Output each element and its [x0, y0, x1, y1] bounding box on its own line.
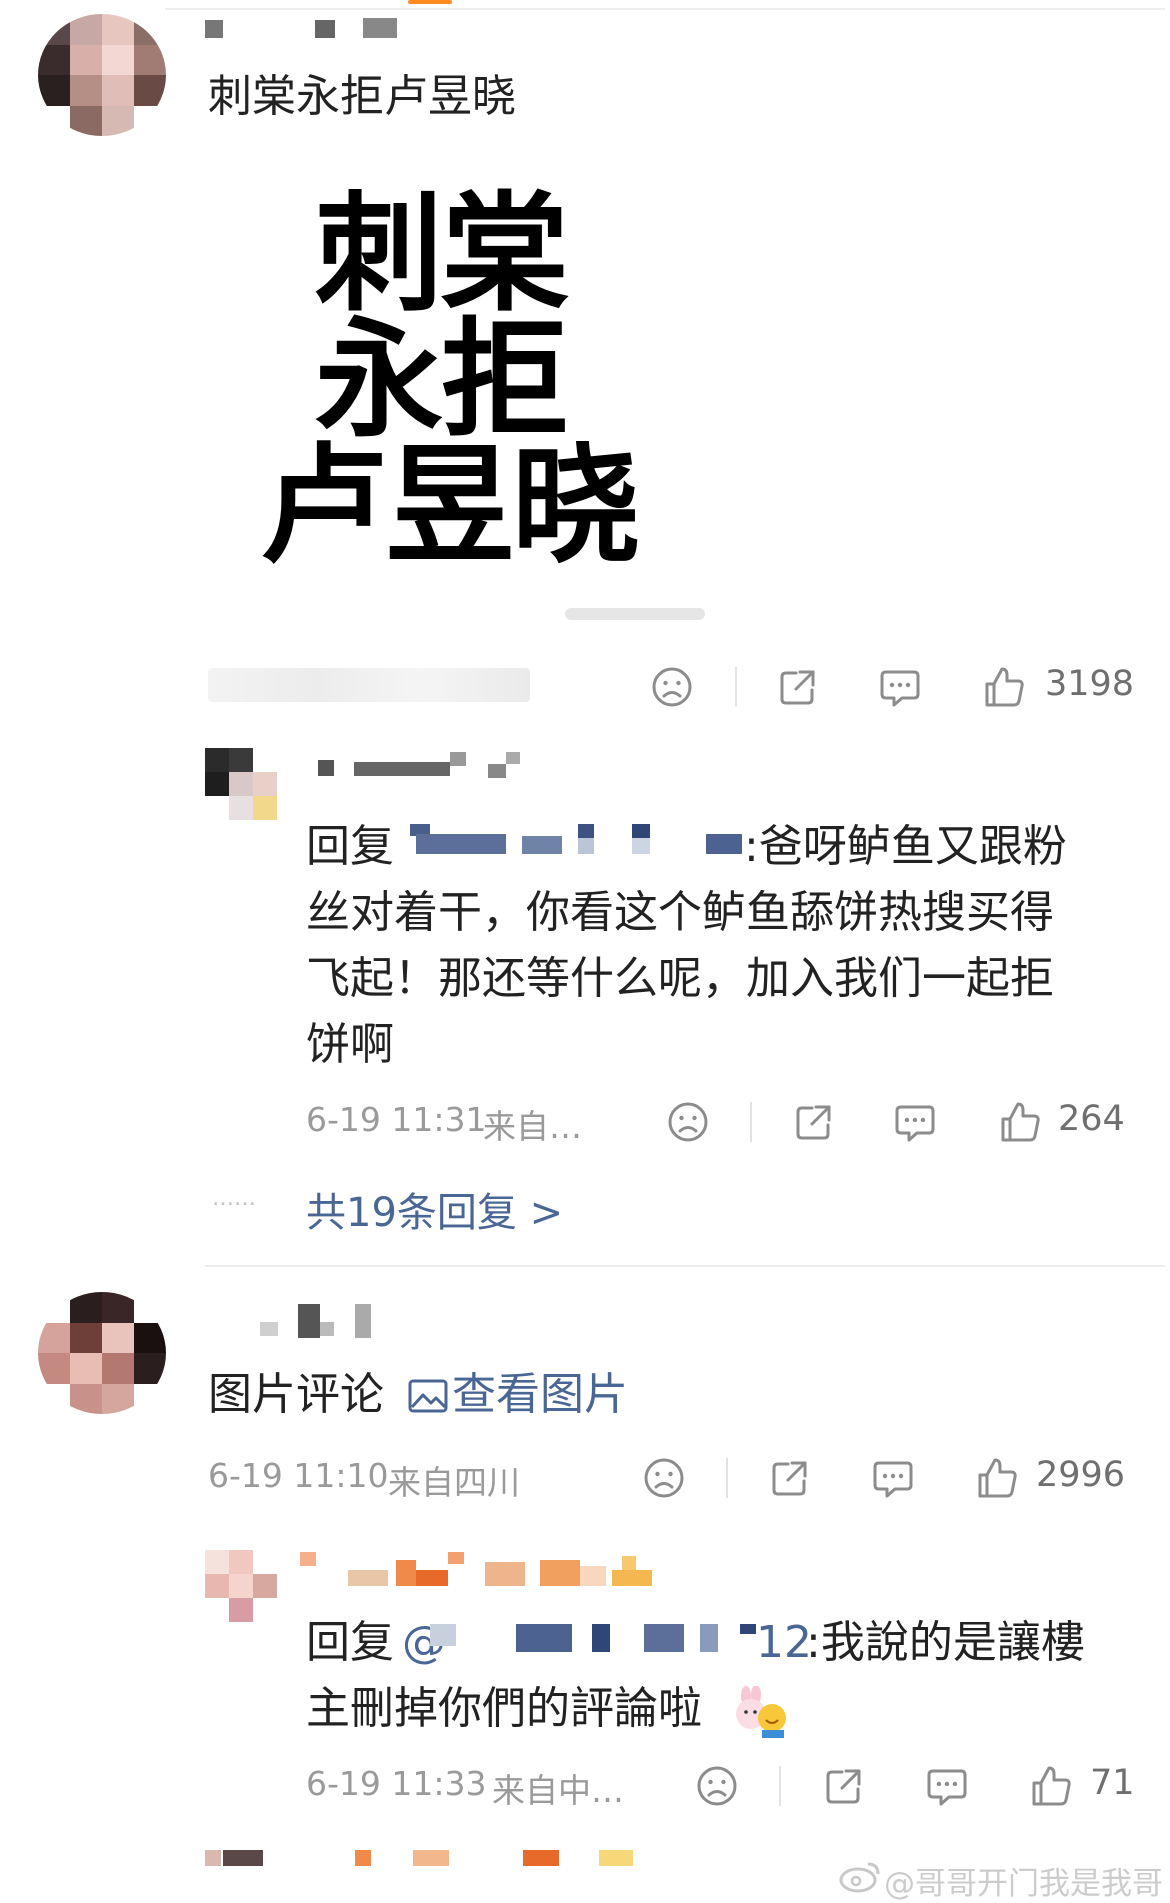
sad-emoji-icon[interactable]	[650, 665, 694, 709]
timestamp: 6-19 11:33	[306, 1764, 487, 1803]
like-count: 71	[1090, 1763, 1135, 1803]
share-icon[interactable]	[776, 665, 820, 709]
timestamp: 6-19 11:10	[208, 1456, 389, 1495]
action-divider	[726, 1458, 728, 1498]
username-blurred[interactable]	[260, 1300, 380, 1340]
thumbs-up-icon[interactable]	[998, 1100, 1042, 1144]
comment-icon[interactable]	[925, 1764, 969, 1808]
reply-text-line-4: 饼啊	[306, 1019, 394, 1070]
share-icon[interactable]	[792, 1100, 836, 1144]
username-blurred[interactable]	[205, 18, 405, 40]
mention-blurred[interactable]	[430, 1616, 770, 1656]
weibo-logo-icon	[838, 1858, 882, 1894]
like-count: 264	[1058, 1099, 1125, 1139]
reply-text-line-2: 主刪掉你們的評論啦	[306, 1683, 702, 1734]
top-divider	[165, 8, 1165, 10]
reply-text-line-3: 飞起！那还等什么呢，加入我们一起拒	[306, 953, 1054, 1004]
username-blurred[interactable]	[300, 1552, 680, 1592]
source-label: 来自…	[483, 1107, 582, 1146]
reply-text-line-1: :我說的是讓樓	[806, 1617, 1085, 1668]
next-reply-blurred	[205, 1850, 645, 1868]
reply-prefix: 回复	[306, 821, 394, 872]
thumbs-up-icon[interactable]	[975, 1456, 1019, 1500]
comment-icon[interactable]	[871, 1456, 915, 1500]
sad-emoji-icon[interactable]	[666, 1100, 710, 1144]
comment-text: 图片评论	[208, 1369, 384, 1420]
image-icon[interactable]	[406, 1374, 450, 1418]
comment-icon[interactable]	[878, 665, 922, 709]
like-count: 2996	[1036, 1455, 1126, 1495]
source-label: 来自中…	[492, 1771, 624, 1810]
action-divider	[779, 1766, 781, 1806]
post-image[interactable]: 刺棠 永拒 卢昱晓	[250, 190, 720, 630]
mention-blurred[interactable]	[410, 824, 750, 860]
sad-emoji-icon[interactable]	[695, 1764, 739, 1808]
meme-line-3: 卢昱晓	[260, 432, 640, 581]
more-replies-link[interactable]: 共19条回复 >	[306, 1180, 563, 1238]
watermark-text: @哥哥开门我是我哥	[884, 1866, 1163, 1902]
meme-line-2: 永拒	[315, 306, 569, 455]
meme-line-1: 刺棠	[315, 180, 569, 329]
avatar[interactable]	[38, 14, 166, 136]
username-blurred[interactable]	[318, 752, 528, 782]
top-tab-indicator	[408, 0, 452, 4]
meta-blurred	[208, 668, 530, 702]
share-icon[interactable]	[768, 1456, 812, 1500]
bunny-hug-emoji-icon	[732, 1685, 790, 1738]
reply-prefix: 回复	[306, 1617, 394, 1668]
action-divider	[750, 1102, 752, 1142]
source-label: 来自四川	[388, 1463, 520, 1502]
timestamp: 6-19 11:31	[306, 1100, 487, 1139]
reply-text-line-2: 丝对着干，你看这个鲈鱼舔饼热搜买得	[306, 887, 1054, 938]
image-watermark-blurred	[565, 608, 705, 620]
thumbs-up-icon[interactable]	[1029, 1764, 1073, 1808]
comment-icon[interactable]	[893, 1100, 937, 1144]
comment-divider	[205, 1265, 1165, 1267]
sad-emoji-icon[interactable]	[642, 1456, 686, 1500]
post-text: 刺棠永拒卢昱晓	[208, 71, 516, 122]
like-count: 3198	[1045, 664, 1135, 704]
avatar[interactable]	[38, 1292, 166, 1414]
avatar[interactable]	[205, 748, 277, 820]
view-image-link[interactable]: 查看图片	[452, 1362, 628, 1428]
mention-suffix[interactable]: 12	[756, 1610, 812, 1676]
action-divider	[735, 667, 737, 707]
more-replies-dots: ……	[212, 1186, 256, 1211]
reply-text-line-1: :爸呀鲈鱼又跟粉	[744, 821, 1067, 872]
avatar[interactable]	[205, 1550, 277, 1622]
share-icon[interactable]	[822, 1764, 866, 1808]
thumbs-up-icon[interactable]	[982, 665, 1026, 709]
